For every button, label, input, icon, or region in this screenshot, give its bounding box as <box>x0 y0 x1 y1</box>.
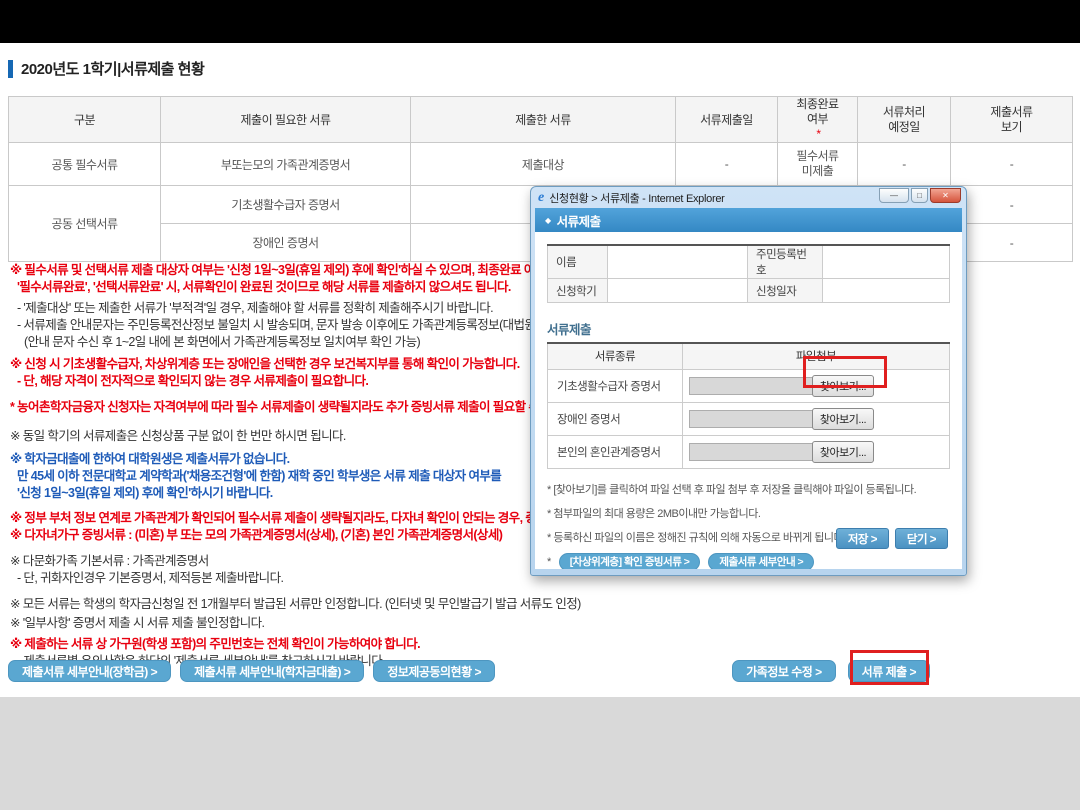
name-value <box>608 245 748 279</box>
header-final-status: 최종완료 여부* <box>778 97 858 143</box>
maximize-icon[interactable]: □ <box>911 188 928 203</box>
popup-titlebar[interactable]: e 신청현황 > 서류제출 - Internet Explorer — □ ✕ <box>531 187 966 208</box>
file-input-group: 찾아보기... <box>689 442 874 462</box>
file-row: 장애인 증명서 찾아보기... <box>548 402 950 435</box>
rrn-label: 주민등록번호 <box>748 245 823 279</box>
file-upload-table: 서류종류 파일첨부 기초생활수급자 증명서 찾아보기... 장애인 증명서 <box>547 342 950 469</box>
header-process-date: 서류처리예정일 <box>858 97 951 143</box>
semester-label: 신청학기 <box>548 279 608 303</box>
footer-right-buttons: 가족정보 수정 > 서류 제출 > <box>732 660 930 682</box>
notice-line: ※ '일부사항' 증명서 제출 시 서류 제출 불인정합니다. <box>10 615 1076 632</box>
header-submit-date: 서류제출일 <box>676 97 778 143</box>
browse-button[interactable]: 찾아보기... <box>812 375 874 397</box>
window-controls: — □ ✕ <box>879 188 961 203</box>
header-view-docs: 제출서류보기 <box>951 97 1073 143</box>
browse-button[interactable]: 찾아보기... <box>812 441 874 463</box>
apply-date-label: 신청일자 <box>748 279 823 303</box>
header-required-docs: 제출이 필요한 서류 <box>161 97 411 143</box>
doc-guide-scholarship-button[interactable]: 제출서류 세부안내(장학금) > <box>8 660 171 682</box>
notice-line: ※ 모든 서류는 학생의 학자금신청일 전 1개월부터 발급된 서류만 인정합니… <box>10 596 1076 613</box>
cell-view-docs: - <box>951 224 1073 262</box>
submit-documents-button[interactable]: 서류 제출 > <box>848 660 930 682</box>
cell-submit-date: - <box>676 143 778 186</box>
internet-explorer-icon: e <box>538 191 544 205</box>
attach-header: 파일첨부 <box>683 343 950 369</box>
doc-type-label: 장애인 증명서 <box>548 402 683 435</box>
notice-line: ※ 제출하는 서류 상 가구원(학생 포함)의 주민번호는 전체 확인이 가능하… <box>10 636 1076 653</box>
page-title-text: 2020년도 1학기|서류제출 현황 <box>21 58 204 79</box>
doc-type-header: 서류종류 <box>548 343 683 369</box>
rrn-value <box>823 245 950 279</box>
consent-status-button[interactable]: 정보제공동의현황 > <box>373 660 495 682</box>
document-submit-popup-window: e 신청현황 > 서류제출 - Internet Explorer — □ ✕ … <box>530 186 967 576</box>
popup-note-line: * [찾아보기]를 클릭하여 파일 선택 후 파일 첨부 후 저장을 클릭해야 … <box>547 481 950 497</box>
diamond-bullet-icon: ◆ <box>545 216 551 225</box>
save-button[interactable]: 저장 > <box>836 528 889 549</box>
doc-type-label: 본인의 혼인관계증명서 <box>548 435 683 468</box>
doc-detail-guide-button[interactable]: 제출서류 세부안내 > <box>708 553 814 570</box>
file-row: 기초생활수급자 증명서 찾아보기... <box>548 369 950 402</box>
cell-category: 공동 선택서류 <box>9 186 161 262</box>
note-bullet: * <box>547 556 551 568</box>
cell-view-docs: - <box>951 186 1073 224</box>
browse-button[interactable]: 찾아보기... <box>812 408 874 430</box>
popup-content: ◆ 서류제출 이름 주민등록번호 신청학기 신청일자 서류제출 <box>535 208 962 569</box>
popup-notes: * [찾아보기]를 클릭하여 파일 선택 후 파일 첨부 후 저장을 클릭해야 … <box>547 481 950 570</box>
file-row: 본인의 혼인관계증명서 찾아보기... <box>548 435 950 468</box>
minimize-icon[interactable]: — <box>879 188 909 203</box>
cell-process-date: - <box>858 143 951 186</box>
title-accent-bar <box>8 60 13 78</box>
page-title: 2020년도 1학기|서류제출 현황 <box>8 58 204 79</box>
table-row: 공통 필수서류 부또는모의 가족관계증명서 제출대상 - 필수서류미제출 - - <box>9 143 1073 186</box>
doc-guide-loan-button[interactable]: 제출서류 세부안내(학자금대출) > <box>180 660 364 682</box>
cell-final-status: 필수서류미제출 <box>778 143 858 186</box>
top-black-band <box>0 0 1080 43</box>
cell-required-doc: 장애인 증명서 <box>161 224 411 262</box>
cell-submitted-doc: 제출대상 <box>411 143 676 186</box>
apply-date-value <box>823 279 950 303</box>
name-label: 이름 <box>548 245 608 279</box>
cell-required-doc: 기초생활수급자 증명서 <box>161 186 411 224</box>
popup-section-header: ◆ 서류제출 <box>535 208 962 232</box>
popup-note-line: * 첨부파일의 최대 용량은 2MB이내만 가능합니다. <box>547 505 950 521</box>
cell-view-docs: - <box>951 143 1073 186</box>
required-asterisk: * <box>780 127 857 142</box>
popup-window-title: 신청현황 > 서류제출 - Internet Explorer <box>549 190 879 206</box>
doc-type-label: 기초생활수급자 증명서 <box>548 369 683 402</box>
popup-action-buttons: 저장 > 닫기 > <box>836 528 948 549</box>
applicant-info-table: 이름 주민등록번호 신청학기 신청일자 <box>547 244 950 303</box>
table-header-row: 구분 제출이 필요한 서류 제출한 서류 서류제출일 최종완료 여부* 서류처리… <box>9 97 1073 143</box>
file-input-group: 찾아보기... <box>689 376 874 396</box>
popup-note-buttons: * [차상위계층] 확인 증빙서류 > 제출서류 세부안내 > <box>547 553 950 570</box>
low-income-proof-button[interactable]: [차상위계층] 확인 증빙서류 > <box>559 553 701 570</box>
file-input-group: 찾아보기... <box>689 409 874 429</box>
edit-family-info-button[interactable]: 가족정보 수정 > <box>732 660 835 682</box>
cell-category: 공통 필수서류 <box>9 143 161 186</box>
popup-body: 이름 주민등록번호 신청학기 신청일자 서류제출 서류종류 파일첨부 <box>535 232 962 569</box>
semester-value <box>608 279 748 303</box>
close-icon[interactable]: ✕ <box>930 188 961 203</box>
footer-left-buttons: 제출서류 세부안내(장학금) > 제출서류 세부안내(학자금대출) > 정보제공… <box>8 660 495 682</box>
file-upload-section-title: 서류제출 <box>547 319 950 336</box>
header-submitted-docs: 제출한 서류 <box>411 97 676 143</box>
close-button[interactable]: 닫기 > <box>895 528 948 549</box>
cell-required-doc: 부또는모의 가족관계증명서 <box>161 143 411 186</box>
header-category: 구분 <box>9 97 161 143</box>
footer-gray-band <box>0 697 1080 810</box>
